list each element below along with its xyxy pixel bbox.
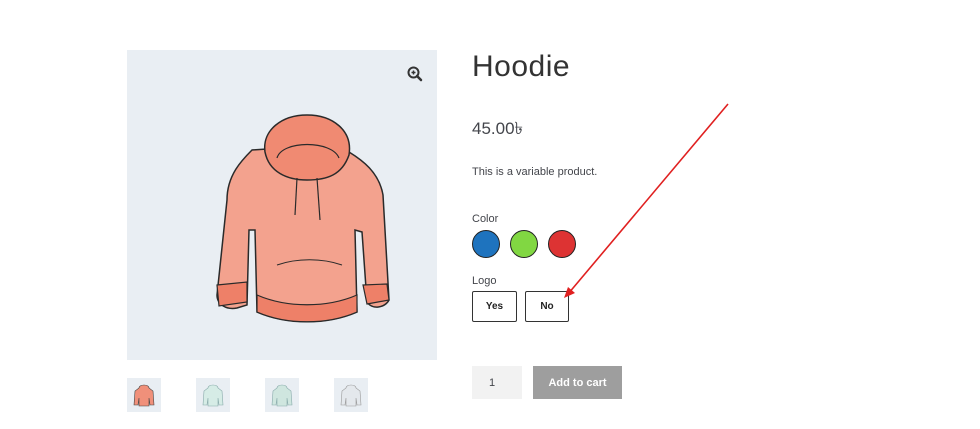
product-description: This is a variable product. — [472, 166, 598, 178]
thumbnail-hoodie-grey[interactable] — [334, 378, 368, 412]
product-price: 45.00৳ — [472, 119, 524, 138]
color-label: Color — [472, 213, 499, 225]
thumbnail-hoodie-mint[interactable] — [196, 378, 230, 412]
add-to-cart-button[interactable]: Add to cart — [533, 366, 622, 399]
thumbnail-hoodie-mint-logo[interactable] — [265, 378, 299, 412]
logo-option-no[interactable]: No — [525, 291, 569, 322]
hoodie-image — [216, 114, 390, 323]
product-main-image[interactable] — [127, 50, 437, 360]
zoom-in-icon[interactable] — [405, 64, 425, 84]
color-swatch-blue[interactable] — [472, 230, 500, 258]
product-title: Hoodie — [472, 50, 571, 83]
color-swatch-red[interactable] — [548, 230, 576, 258]
logo-option-yes[interactable]: Yes — [472, 291, 517, 322]
thumbnail-hoodie-pink[interactable] — [127, 378, 161, 412]
color-swatch-green[interactable] — [510, 230, 538, 258]
logo-label: Logo — [472, 275, 497, 287]
quantity-input[interactable]: 1 — [472, 366, 522, 399]
